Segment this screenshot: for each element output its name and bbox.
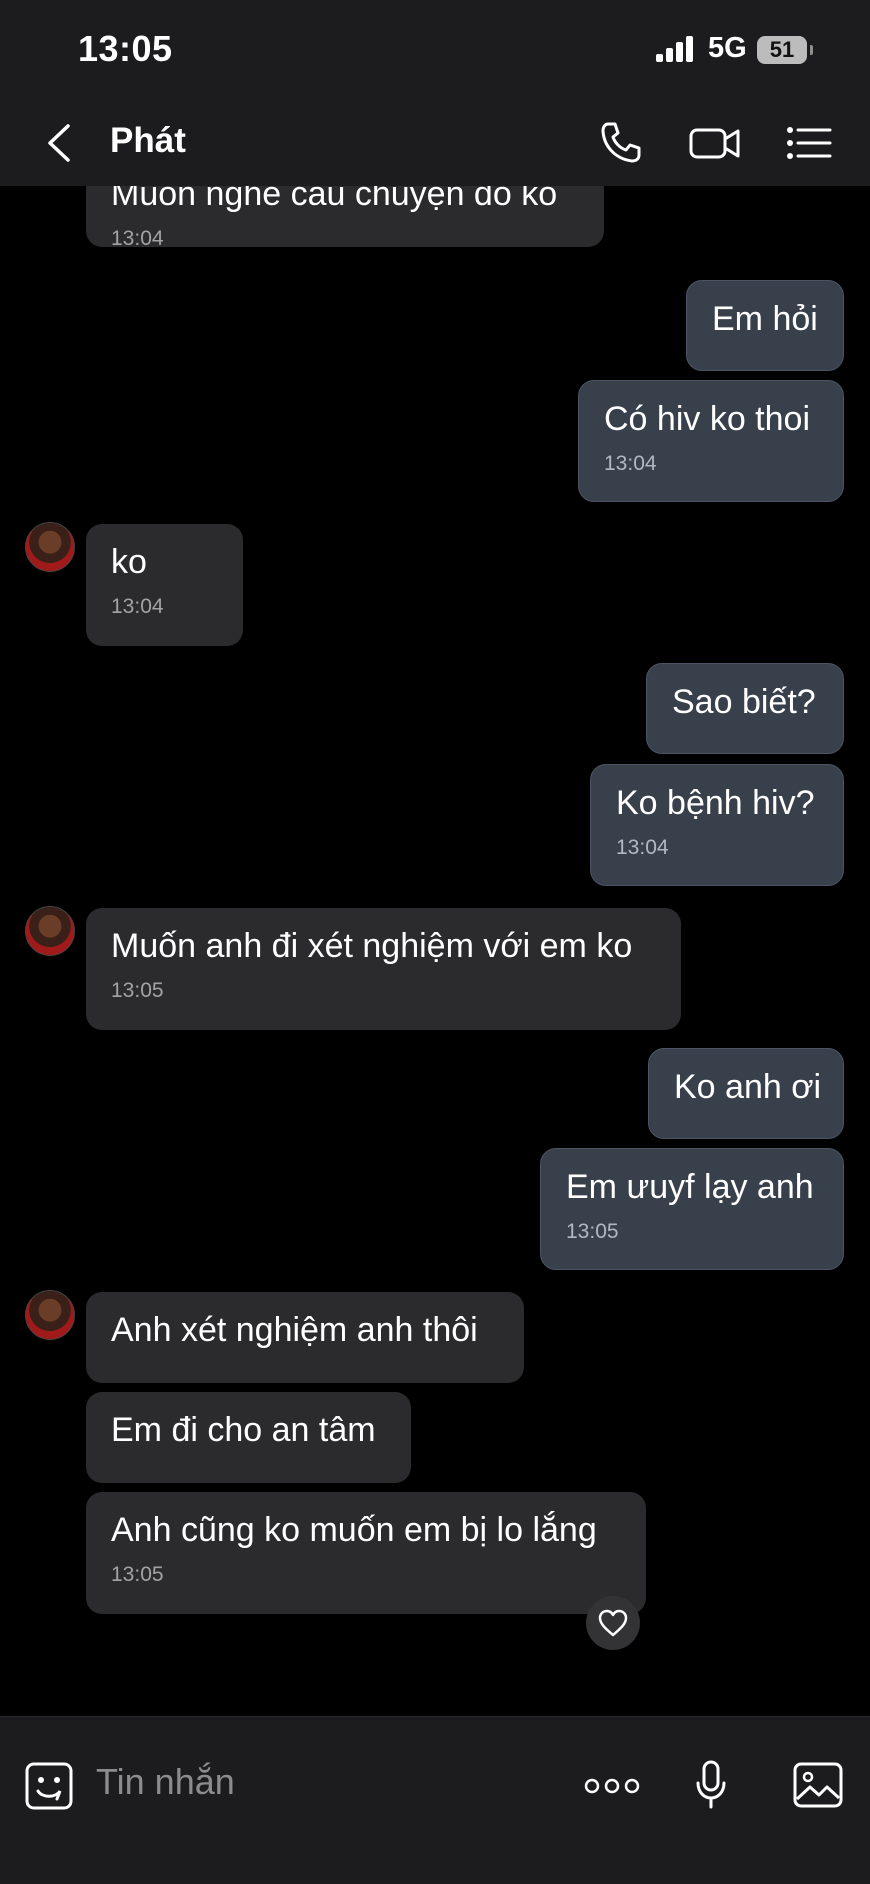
message-time: 13:04 — [111, 595, 164, 618]
status-bar: 13:05 5G 51 — [0, 0, 870, 100]
message-bubble-outgoing[interactable]: Sao biết? — [646, 663, 844, 754]
message-time: 13:04 — [111, 227, 164, 250]
message-text: Ko bệnh hiv? — [616, 784, 815, 822]
avatar[interactable] — [25, 1290, 75, 1340]
status-time: 13:05 — [78, 28, 173, 69]
microphone-icon[interactable] — [694, 1759, 728, 1811]
message-bubble-outgoing[interactable]: Em ưuyf lạy anh 13:05 — [540, 1148, 844, 1270]
message-time: 13:04 — [616, 836, 669, 859]
message-bubble-incoming[interactable]: Em đi cho an tâm — [86, 1392, 411, 1483]
avatar[interactable] — [25, 906, 75, 956]
message-bubble-incoming[interactable]: Muốn anh đi xét nghiệm với em ko 13:05 — [86, 908, 681, 1030]
message-text: Anh xét nghiệm anh thôi — [111, 1311, 478, 1349]
image-icon[interactable] — [792, 1761, 844, 1809]
list-menu-icon[interactable] — [784, 118, 834, 168]
chat-header: Phát — [0, 100, 870, 186]
message-input-bar: Tin nhắn — [0, 1716, 870, 1884]
message-time: 13:04 — [604, 452, 657, 475]
message-bubble-outgoing[interactable]: Ko anh ơi — [648, 1048, 844, 1139]
avatar[interactable] — [25, 522, 75, 572]
message-text: Em hỏi — [712, 300, 818, 338]
message-bubble-outgoing[interactable]: Em hỏi — [686, 280, 844, 371]
more-dots-icon[interactable] — [584, 1774, 640, 1798]
message-time: 13:05 — [111, 1563, 164, 1586]
chevron-left-icon[interactable] — [40, 120, 80, 166]
message-bubble-incoming[interactable]: Anh xét nghiệm anh thôi — [86, 1292, 524, 1383]
message-time: 13:05 — [111, 979, 164, 1002]
message-bubble-incoming[interactable]: Muốn nghe câu chuyện đó ko 13:04 — [86, 186, 604, 250]
heart-icon — [598, 1609, 628, 1637]
signal-icon — [656, 36, 693, 62]
message-time: 13:05 — [566, 1220, 619, 1243]
battery-indicator: 51 — [757, 36, 813, 64]
message-bubble-incoming[interactable]: Anh cũng ko muốn em bị lo lắng 13:05 — [86, 1492, 646, 1614]
message-text: Muốn anh đi xét nghiệm với em ko — [111, 927, 633, 965]
message-text: Em đi cho an tâm — [111, 1411, 376, 1449]
sticker-face-icon[interactable] — [24, 1761, 74, 1811]
heart-reaction-button[interactable] — [586, 1596, 640, 1650]
message-list[interactable]: Muốn nghe câu chuyện đó ko 13:04 Em hỏi … — [0, 186, 870, 1716]
message-bubble-outgoing[interactable]: Ko bệnh hiv? 13:04 — [590, 764, 844, 886]
message-text: Sao biết? — [672, 683, 816, 721]
video-camera-icon[interactable] — [688, 118, 742, 168]
message-bubble-incoming[interactable]: ko 13:04 — [86, 524, 243, 646]
network-type: 5G — [708, 32, 747, 64]
message-text: Anh cũng ko muốn em bị lo lắng — [111, 1511, 597, 1549]
message-text: Ko anh ơi — [674, 1068, 822, 1106]
phone-icon[interactable] — [596, 118, 646, 168]
message-text: Muốn nghe câu chuyện đó ko — [111, 186, 558, 213]
message-text: Em ưuyf lạy anh — [566, 1168, 814, 1206]
message-text: Có hiv ko thoi — [604, 400, 810, 438]
message-bubble-outgoing[interactable]: Có hiv ko thoi 13:04 — [578, 380, 844, 502]
message-text: ko — [111, 543, 147, 581]
message-input[interactable]: Tin nhắn — [96, 1761, 235, 1803]
contact-name[interactable]: Phát — [110, 121, 186, 161]
